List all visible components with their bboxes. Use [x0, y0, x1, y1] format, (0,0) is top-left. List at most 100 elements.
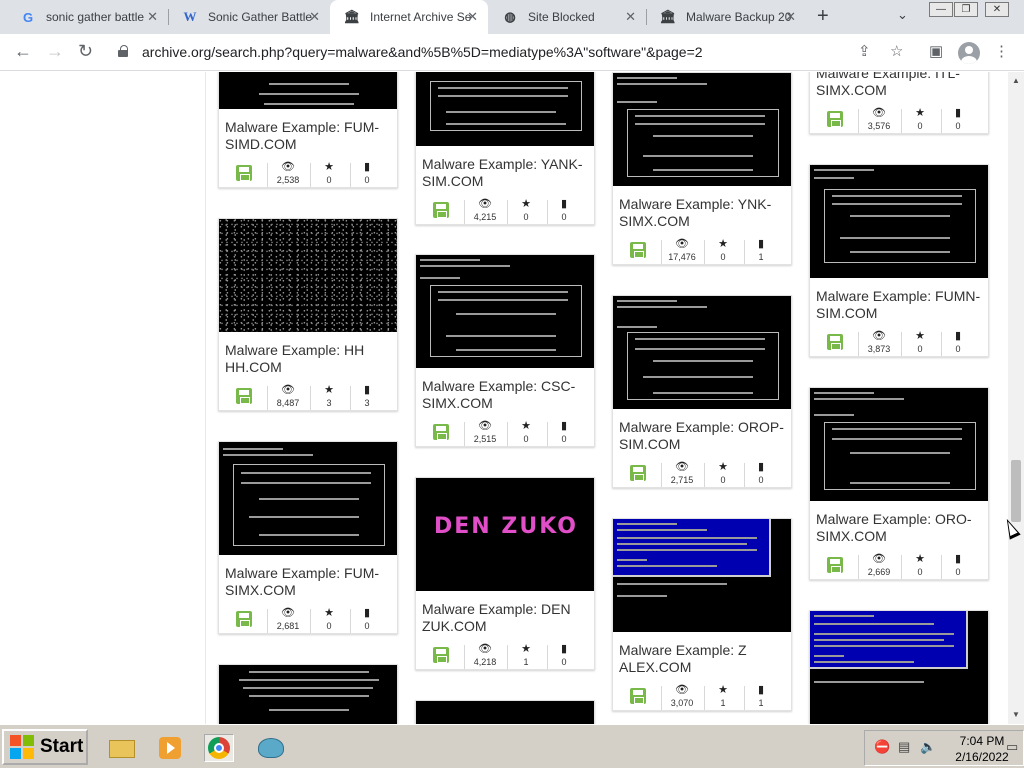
result-card[interactable]: Malware Example: YANK-SIM.COM 👁 4,215 ★ 0 …: [415, 72, 595, 225]
result-card[interactable]: [415, 700, 595, 724]
result-title[interactable]: Malware Example: YNK-SIMX.COM: [619, 196, 785, 230]
result-card[interactable]: Malware Example: FUMN-SIM.COM 👁 3,873 ★ 0 …: [809, 164, 989, 357]
comment-icon: ▮: [363, 607, 371, 619]
result-stats: 👁 3,576 ★ 0 ▮ 0: [810, 107, 988, 133]
result-thumbnail[interactable]: [219, 219, 397, 332]
close-window-icon[interactable]: ✕: [985, 2, 1009, 17]
network-icon[interactable]: ▤: [898, 739, 910, 755]
share-icon[interactable]: ⇪: [858, 42, 871, 60]
result-title[interactable]: Malware Example: OROP-SIM.COM: [619, 419, 785, 453]
archive-icon: 🏛: [659, 9, 677, 24]
result-title[interactable]: Malware Example: CSC-SIMX.COM: [422, 378, 588, 412]
result-thumbnail[interactable]: DEN ZUKO: [416, 478, 594, 591]
thumbnail-text: DEN ZUKO: [434, 514, 578, 539]
result-title[interactable]: Malware Example: ORO-SIMX.COM: [816, 511, 982, 545]
star-icon: ★: [521, 420, 531, 432]
address-bar[interactable]: archive.org/search.php?query=malware&and…: [108, 38, 918, 66]
folder-icon[interactable]: [107, 734, 137, 762]
close-icon[interactable]: ✕: [625, 9, 636, 25]
close-icon[interactable]: ✕: [467, 9, 478, 25]
menu-icon[interactable]: ⋮: [994, 42, 1009, 60]
search-results: Malware Example: FUM-SIMD.COM 👁 2,538 ★ 0 …: [0, 72, 1008, 724]
close-icon[interactable]: ✕: [785, 9, 796, 25]
url-text[interactable]: archive.org/search.php?query=malware&and…: [142, 44, 703, 60]
result-thumbnail[interactable]: [810, 611, 988, 724]
bookmark-star-icon[interactable]: ☆: [890, 42, 903, 60]
tab-site-blocked[interactable]: ◍ Site Blocked ✕: [488, 0, 646, 34]
reviews-stat: ▮ 0: [544, 643, 584, 668]
result-title[interactable]: Malware Example: YANK-SIM.COM: [422, 156, 588, 190]
scroll-up-icon[interactable]: ▲: [1012, 76, 1020, 85]
comment-icon: ▮: [757, 238, 765, 250]
restore-icon[interactable]: ❐: [954, 2, 978, 17]
tab-sonic-gather-battle-wiki[interactable]: W Sonic Gather Battle ✕: [168, 0, 330, 34]
result-thumbnail[interactable]: [810, 388, 988, 501]
new-tab-icon[interactable]: +: [817, 5, 829, 28]
result-card[interactable]: [218, 664, 398, 724]
close-icon[interactable]: ✕: [309, 9, 320, 25]
result-thumbnail[interactable]: [613, 73, 791, 186]
media-player-icon[interactable]: [155, 734, 185, 762]
show-desktop-icon[interactable]: ▭: [1006, 739, 1018, 755]
result-title[interactable]: Malware Example: Z ALEX.COM: [619, 642, 785, 676]
result-card[interactable]: [809, 610, 989, 724]
result-stats: 👁 2,538 ★ 0 ▮ 0: [219, 161, 397, 187]
back-icon[interactable]: ←: [14, 41, 32, 62]
volume-icon[interactable]: 🔈: [920, 739, 936, 755]
result-title[interactable]: Malware Example: HH HH.COM: [225, 342, 391, 376]
result-card[interactable]: Malware Example: OROP-SIM.COM 👁 2,715 ★ 0 …: [612, 295, 792, 488]
views-stat: 👁 3,576: [859, 107, 899, 132]
comment-icon: ▮: [954, 330, 962, 342]
eye-icon: 👁: [281, 161, 295, 173]
favorites-stat: ★ 0: [309, 607, 349, 632]
result-card[interactable]: Malware Example: HH HH.COM 👁 8,487 ★ 3 ▮ 3: [218, 218, 398, 411]
result-title[interactable]: Malware Example: DEN ZUK.COM: [422, 601, 588, 635]
result-card[interactable]: Malware Example: YNK-SIMX.COM 👁 17,476 ★ 0…: [612, 72, 792, 265]
result-card[interactable]: Malware Example: FUM-SIMD.COM 👁 2,538 ★ 0 …: [218, 72, 398, 188]
software-icon: [827, 111, 843, 127]
result-card[interactable]: Malware Example: Z ALEX.COM 👁 3,070 ★ 1 ▮ 1: [612, 518, 792, 711]
result-thumbnail[interactable]: [613, 296, 791, 409]
close-icon[interactable]: ✕: [147, 9, 158, 25]
tab-malware-backup[interactable]: 🏛 Malware Backup 20 ✕: [646, 0, 806, 34]
reload-icon[interactable]: ↻: [78, 41, 93, 62]
chrome-icon[interactable]: [204, 734, 234, 762]
tab-strip: G sonic gather battle ✕ W Sonic Gather B…: [0, 0, 1024, 34]
software-icon: [433, 202, 449, 218]
vertical-scrollbar[interactable]: ▲ ▼: [1008, 72, 1024, 724]
result-card[interactable]: Malware Example: ITL-SIMX.COM 👁 3,576 ★ 0 …: [809, 72, 989, 134]
security-alert-icon[interactable]: ⛔: [874, 739, 890, 755]
result-thumbnail[interactable]: [416, 72, 594, 146]
result-thumbnail[interactable]: [219, 665, 397, 724]
result-thumbnail[interactable]: [416, 255, 594, 368]
forward-icon[interactable]: →: [46, 41, 64, 62]
scrollbar-thumb[interactable]: [1011, 460, 1021, 522]
result-thumbnail[interactable]: [219, 442, 397, 555]
result-thumbnail[interactable]: [416, 701, 594, 724]
chevron-down-icon[interactable]: ⌄: [897, 7, 908, 23]
globe-icon: ◍: [504, 9, 516, 24]
result-title[interactable]: Malware Example: ITL-SIMX.COM: [816, 72, 982, 99]
shell-icon[interactable]: [256, 734, 286, 762]
tab-internet-archive-search[interactable]: 🏛 Internet Archive Se ✕: [330, 0, 488, 34]
result-thumbnail[interactable]: [810, 165, 988, 278]
side-panel-icon[interactable]: ▣: [929, 42, 943, 60]
favorites-stat: ★ 0: [309, 161, 349, 186]
tab-sonic-gather-battle-search[interactable]: G sonic gather battle ✕: [6, 0, 168, 34]
result-thumbnail[interactable]: [613, 519, 791, 632]
scroll-down-icon[interactable]: ▼: [1012, 710, 1020, 719]
result-card[interactable]: Malware Example: ORO-SIMX.COM 👁 2,669 ★ 0 …: [809, 387, 989, 580]
result-title[interactable]: Malware Example: FUM-SIMD.COM: [225, 119, 391, 153]
profile-avatar[interactable]: [958, 42, 980, 64]
star-icon: ★: [718, 461, 728, 473]
result-thumbnail[interactable]: [219, 72, 397, 109]
result-title[interactable]: Malware Example: FUMN-SIM.COM: [816, 288, 982, 322]
views-stat: 👁 2,715: [662, 461, 702, 486]
result-title[interactable]: Malware Example: FUM-SIMX.COM: [225, 565, 391, 599]
result-card[interactable]: Malware Example: FUM-SIMX.COM 👁 2,681 ★ 0 …: [218, 441, 398, 634]
result-card[interactable]: Malware Example: CSC-SIMX.COM 👁 2,515 ★ 0 …: [415, 254, 595, 447]
result-card[interactable]: DEN ZUKO Malware Example: DEN ZUK.COM 👁 4…: [415, 477, 595, 670]
clock[interactable]: 7:04 PM 2/16/2022: [954, 733, 1010, 765]
minimize-icon[interactable]: —: [929, 2, 953, 17]
start-button[interactable]: Start: [2, 729, 88, 765]
